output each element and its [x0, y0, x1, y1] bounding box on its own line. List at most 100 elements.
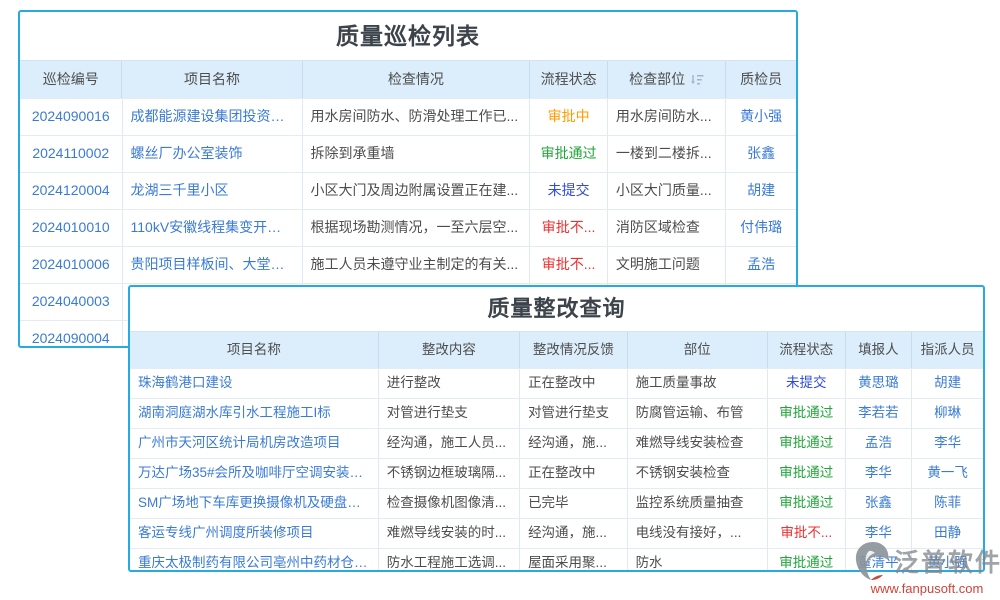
- status-badge: 审批通过: [767, 399, 845, 428]
- inspection-id-link[interactable]: 2024010006: [20, 247, 122, 283]
- part-text: 施工质量事故: [627, 369, 767, 398]
- fanpu-logo-icon: [854, 541, 892, 581]
- inspection-id-link[interactable]: 2024040003: [20, 284, 122, 320]
- status-badge: 审批不...: [529, 247, 607, 283]
- reporter-name-link[interactable]: 李华: [845, 459, 912, 488]
- sort-icon[interactable]: [690, 74, 704, 86]
- column-header-rectify-content[interactable]: 整改内容: [378, 332, 519, 368]
- table-row[interactable]: 广州市天河区统计局机房改造项目 经沟通，施工人员... 经沟通，施... 难燃导…: [130, 428, 983, 458]
- column-header-check-part-label: 检查部位: [629, 71, 685, 89]
- inspector-name-link[interactable]: 张鑫: [725, 136, 796, 172]
- assignee-name-link[interactable]: 胡建: [911, 369, 983, 398]
- check-situation-text: 用水房间防水、防滑处理工作已...: [302, 99, 530, 135]
- inspection-id-link[interactable]: 2024090016: [20, 99, 122, 135]
- assignee-name-link[interactable]: 李华: [911, 429, 983, 458]
- inspector-name-link[interactable]: 黄小强: [725, 99, 796, 135]
- table-row[interactable]: 2024120004 龙湖三千里小区 小区大门及周边附属设置正在建... 未提交…: [20, 172, 796, 209]
- rectify-content-text: 经沟通，施工人员...: [378, 429, 519, 458]
- inspection-id-link[interactable]: 2024120004: [20, 173, 122, 209]
- rectify-content-text: 难燃导线安装的时...: [378, 519, 519, 548]
- project-name-link[interactable]: 客运专线广州调度所装修项目: [130, 519, 378, 548]
- table-row[interactable]: 2024010010 110kV安徽线程集变开断线... 根据现场勘测情况，一至…: [20, 209, 796, 246]
- inspector-name-link[interactable]: 付伟璐: [725, 210, 796, 246]
- status-badge: 审批不...: [767, 519, 845, 548]
- column-header-inspection-id[interactable]: 巡检编号: [20, 61, 121, 98]
- table-row[interactable]: 湖南洞庭湖水库引水工程施工I标 对管进行垫支 对管进行垫支 防腐管运输、布管 审…: [130, 398, 983, 428]
- table-row[interactable]: 2024090016 成都能源建设集团投资有... 用水房间防水、防滑处理工作已…: [20, 98, 796, 135]
- rectify-feedback-text: 正在整改中: [519, 369, 627, 398]
- table-row[interactable]: 2024010006 贵阳项目样板间、大堂、... 施工人员未遵守业主制定的有关…: [20, 246, 796, 283]
- status-badge: 审批通过: [767, 489, 845, 518]
- check-part-text: 一楼到二楼拆...: [607, 136, 725, 172]
- inspection-id-link[interactable]: 2024010010: [20, 210, 122, 246]
- rectify-content-text: 进行整改: [378, 369, 519, 398]
- rectify-feedback-text: 屋面采用聚...: [519, 549, 627, 572]
- status-badge: 审批通过: [767, 459, 845, 488]
- table-row[interactable]: 2024110002 螺丝厂办公室装饰 拆除到承重墙 审批通过 一楼到二楼拆..…: [20, 135, 796, 172]
- inspector-name-link[interactable]: 孟浩: [725, 247, 796, 283]
- table-row[interactable]: 珠海鹤港口建设 进行整改 正在整改中 施工质量事故 未提交 黄思璐 胡建: [130, 368, 983, 398]
- table-row[interactable]: SM广场地下车库更换摄像机及硬盘项目 检查摄像机图像清... 已完毕 监控系统质…: [130, 488, 983, 518]
- column-header-check-part[interactable]: 检查部位: [607, 61, 725, 98]
- column-header-assignee[interactable]: 指派人员: [911, 332, 983, 368]
- column-header-rectify-feedback[interactable]: 整改情况反馈: [519, 332, 627, 368]
- column-header-inspector[interactable]: 质检员: [725, 61, 796, 98]
- project-name-link[interactable]: SM广场地下车库更换摄像机及硬盘项目: [130, 489, 378, 518]
- column-header-flow-status[interactable]: 流程状态: [767, 332, 845, 368]
- rectify-feedback-text: 已完毕: [519, 489, 627, 518]
- watermark-brand: 泛普软件: [894, 543, 1000, 579]
- project-name-link[interactable]: 珠海鹤港口建设: [130, 369, 378, 398]
- status-badge: 审批中: [529, 99, 607, 135]
- project-name-link[interactable]: 螺丝厂办公室装饰: [122, 136, 302, 172]
- project-name-link[interactable]: 湖南洞庭湖水库引水工程施工I标: [130, 399, 378, 428]
- rectify-feedback-text: 经沟通，施...: [519, 519, 627, 548]
- column-header-project-name[interactable]: 项目名称: [121, 61, 301, 98]
- table-row[interactable]: 万达广场35#会所及咖啡厅空调安装工程 不锈钢边框玻璃隔... 正在整改中 不锈…: [130, 458, 983, 488]
- part-text: 不锈钢安装检查: [627, 459, 767, 488]
- column-header-part[interactable]: 部位: [627, 332, 767, 368]
- assignee-name-link[interactable]: 黄一飞: [911, 459, 983, 488]
- check-situation-text: 施工人员未遵守业主制定的有关...: [302, 247, 530, 283]
- project-name-link[interactable]: 重庆太极制药有限公司亳州中药材仓储物流: [130, 549, 378, 572]
- reporter-name-link[interactable]: 孟浩: [845, 429, 912, 458]
- part-text: 难燃导线安装检查: [627, 429, 767, 458]
- rectify-content-text: 检查摄像机图像清...: [378, 489, 519, 518]
- rectify-feedback-text: 对管进行垫支: [519, 399, 627, 428]
- inspection-id-link[interactable]: 2024110002: [20, 136, 122, 172]
- watermark-url: www.fanpusoft.com: [854, 581, 1000, 596]
- column-header-check-situation[interactable]: 检查情况: [302, 61, 530, 98]
- rectify-content-text: 对管进行垫支: [378, 399, 519, 428]
- status-badge: 审批通过: [767, 549, 845, 572]
- status-badge: 未提交: [529, 173, 607, 209]
- check-part-text: 小区大门质量...: [607, 173, 725, 209]
- rectify-feedback-text: 正在整改中: [519, 459, 627, 488]
- reporter-name-link[interactable]: 黄思璐: [845, 369, 912, 398]
- assignee-name-link[interactable]: 陈菲: [911, 489, 983, 518]
- reporter-name-link[interactable]: 李若若: [845, 399, 912, 428]
- assignee-name-link[interactable]: 柳琳: [911, 399, 983, 428]
- project-name-link[interactable]: 成都能源建设集团投资有...: [122, 99, 302, 135]
- rectify-feedback-text: 经沟通，施...: [519, 429, 627, 458]
- check-situation-text: 拆除到承重墙: [302, 136, 530, 172]
- status-badge: 审批通过: [529, 136, 607, 172]
- rectify-content-text: 不锈钢边框玻璃隔...: [378, 459, 519, 488]
- column-header-reporter[interactable]: 填报人: [845, 332, 912, 368]
- check-part-text: 用水房间防水...: [607, 99, 725, 135]
- project-name-link[interactable]: 110kV安徽线程集变开断线...: [122, 210, 302, 246]
- status-badge: 审批通过: [767, 429, 845, 458]
- inspection-id-link[interactable]: 2024090004: [20, 321, 122, 348]
- project-name-link[interactable]: 万达广场35#会所及咖啡厅空调安装工程: [130, 459, 378, 488]
- part-text: 防腐管运输、布管: [627, 399, 767, 428]
- status-badge: 审批不...: [529, 210, 607, 246]
- column-header-project-name[interactable]: 项目名称: [130, 332, 378, 368]
- rectify-content-text: 防水工程施工选调...: [378, 549, 519, 572]
- check-part-text: 文明施工问题: [607, 247, 725, 283]
- inspector-name-link[interactable]: 胡建: [725, 173, 796, 209]
- check-situation-text: 根据现场勘测情况，一至六层空...: [302, 210, 530, 246]
- project-name-link[interactable]: 贵阳项目样板间、大堂、...: [122, 247, 302, 283]
- project-name-link[interactable]: 龙湖三千里小区: [122, 173, 302, 209]
- project-name-link[interactable]: 广州市天河区统计局机房改造项目: [130, 429, 378, 458]
- column-header-flow-status[interactable]: 流程状态: [529, 61, 607, 98]
- table-header-row: 巡检编号 项目名称 检查情况 流程状态 检查部位 质检员: [20, 60, 796, 98]
- reporter-name-link[interactable]: 张鑫: [845, 489, 912, 518]
